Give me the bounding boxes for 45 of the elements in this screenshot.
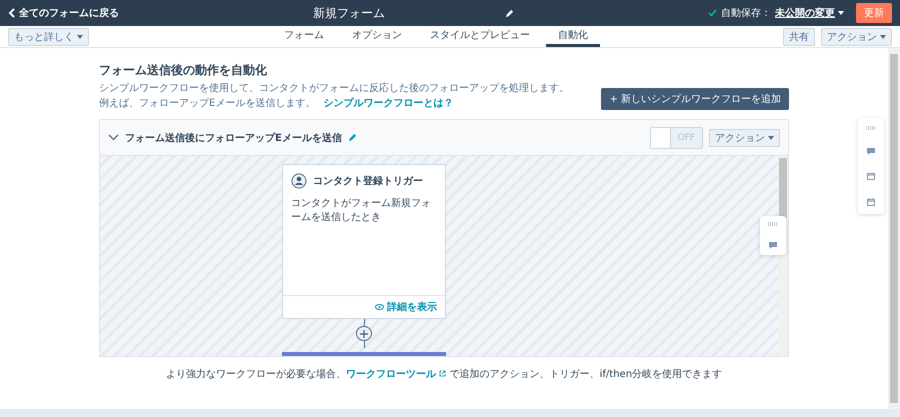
footer-text: より強力なワークフローが必要な場合、ワークフローツール で追加のアクション、トリガー、if/then分岐を使用できます bbox=[164, 368, 724, 381]
tab[interactable]: オプション bbox=[340, 26, 414, 47]
section-title: フォーム送信後の動作を自動化 bbox=[99, 62, 268, 79]
workflow-title: フォーム送信後にフォローアップEメールを送信 bbox=[125, 131, 342, 144]
caret-icon bbox=[880, 34, 886, 38]
caret-icon bbox=[838, 11, 844, 15]
comment-icon[interactable] bbox=[769, 242, 777, 249]
tab[interactable]: 自動化 bbox=[546, 26, 600, 47]
scrollbar-thumb[interactable] bbox=[779, 158, 787, 218]
caret-icon bbox=[77, 34, 83, 38]
share-button[interactable]: 共有 bbox=[783, 28, 815, 46]
actions-button[interactable]: アクション bbox=[821, 28, 892, 46]
unpublished-changes-link[interactable]: 未公開の変更 bbox=[775, 6, 844, 20]
grid-icon[interactable] bbox=[768, 222, 778, 226]
add-workflow-button[interactable]: + 新しいシンプルワークフローを追加 bbox=[601, 88, 789, 110]
details-link[interactable]: 詳細を表示 bbox=[375, 300, 437, 314]
back-link[interactable]: 全てのフォームに戻る bbox=[8, 6, 119, 20]
form-title: 新規フォーム bbox=[313, 4, 385, 22]
chevron-left-icon bbox=[8, 8, 15, 18]
actions-button[interactable]: アクション bbox=[709, 128, 780, 146]
person-icon bbox=[291, 173, 307, 189]
trigger-text: コンタクトがフォーム新規フォームを送信したとき bbox=[290, 196, 432, 225]
eye-icon bbox=[375, 304, 384, 310]
more-button[interactable]: もっと詳しく bbox=[8, 28, 89, 46]
comment-icon[interactable] bbox=[867, 148, 875, 155]
tab[interactable]: スタイルとプレビュー bbox=[418, 26, 542, 47]
check-icon bbox=[708, 9, 717, 17]
trigger-title: コンタクト登録トリガー bbox=[313, 174, 423, 188]
add-step-button[interactable] bbox=[356, 326, 372, 341]
external-link-icon bbox=[439, 370, 446, 377]
page-scrollbar-thumb[interactable] bbox=[890, 54, 898, 403]
example-text: 例えば、フォローアップEメールを送信します。 bbox=[99, 96, 316, 110]
window-icon[interactable] bbox=[867, 173, 875, 180]
calendar-icon[interactable] bbox=[867, 198, 875, 206]
autosave-label: 自動保存： bbox=[721, 7, 771, 20]
plus-icon bbox=[360, 330, 368, 338]
workflow-tool-link[interactable]: ワークフローツール bbox=[346, 369, 446, 380]
chevron-icon[interactable] bbox=[108, 134, 119, 141]
caret-icon bbox=[768, 136, 774, 140]
tab[interactable]: フォーム bbox=[272, 26, 336, 47]
pencil-icon[interactable] bbox=[505, 8, 514, 18]
help-link[interactable]: シンプルワークフローとは？ bbox=[323, 96, 454, 111]
update-button[interactable]: 更新 bbox=[856, 3, 892, 23]
grid-icon[interactable] bbox=[866, 126, 876, 130]
description-text: シンプルワークフローを使用して、コンタクトがフォームに反応した後のフォローアップを処理します。 bbox=[99, 82, 570, 96]
